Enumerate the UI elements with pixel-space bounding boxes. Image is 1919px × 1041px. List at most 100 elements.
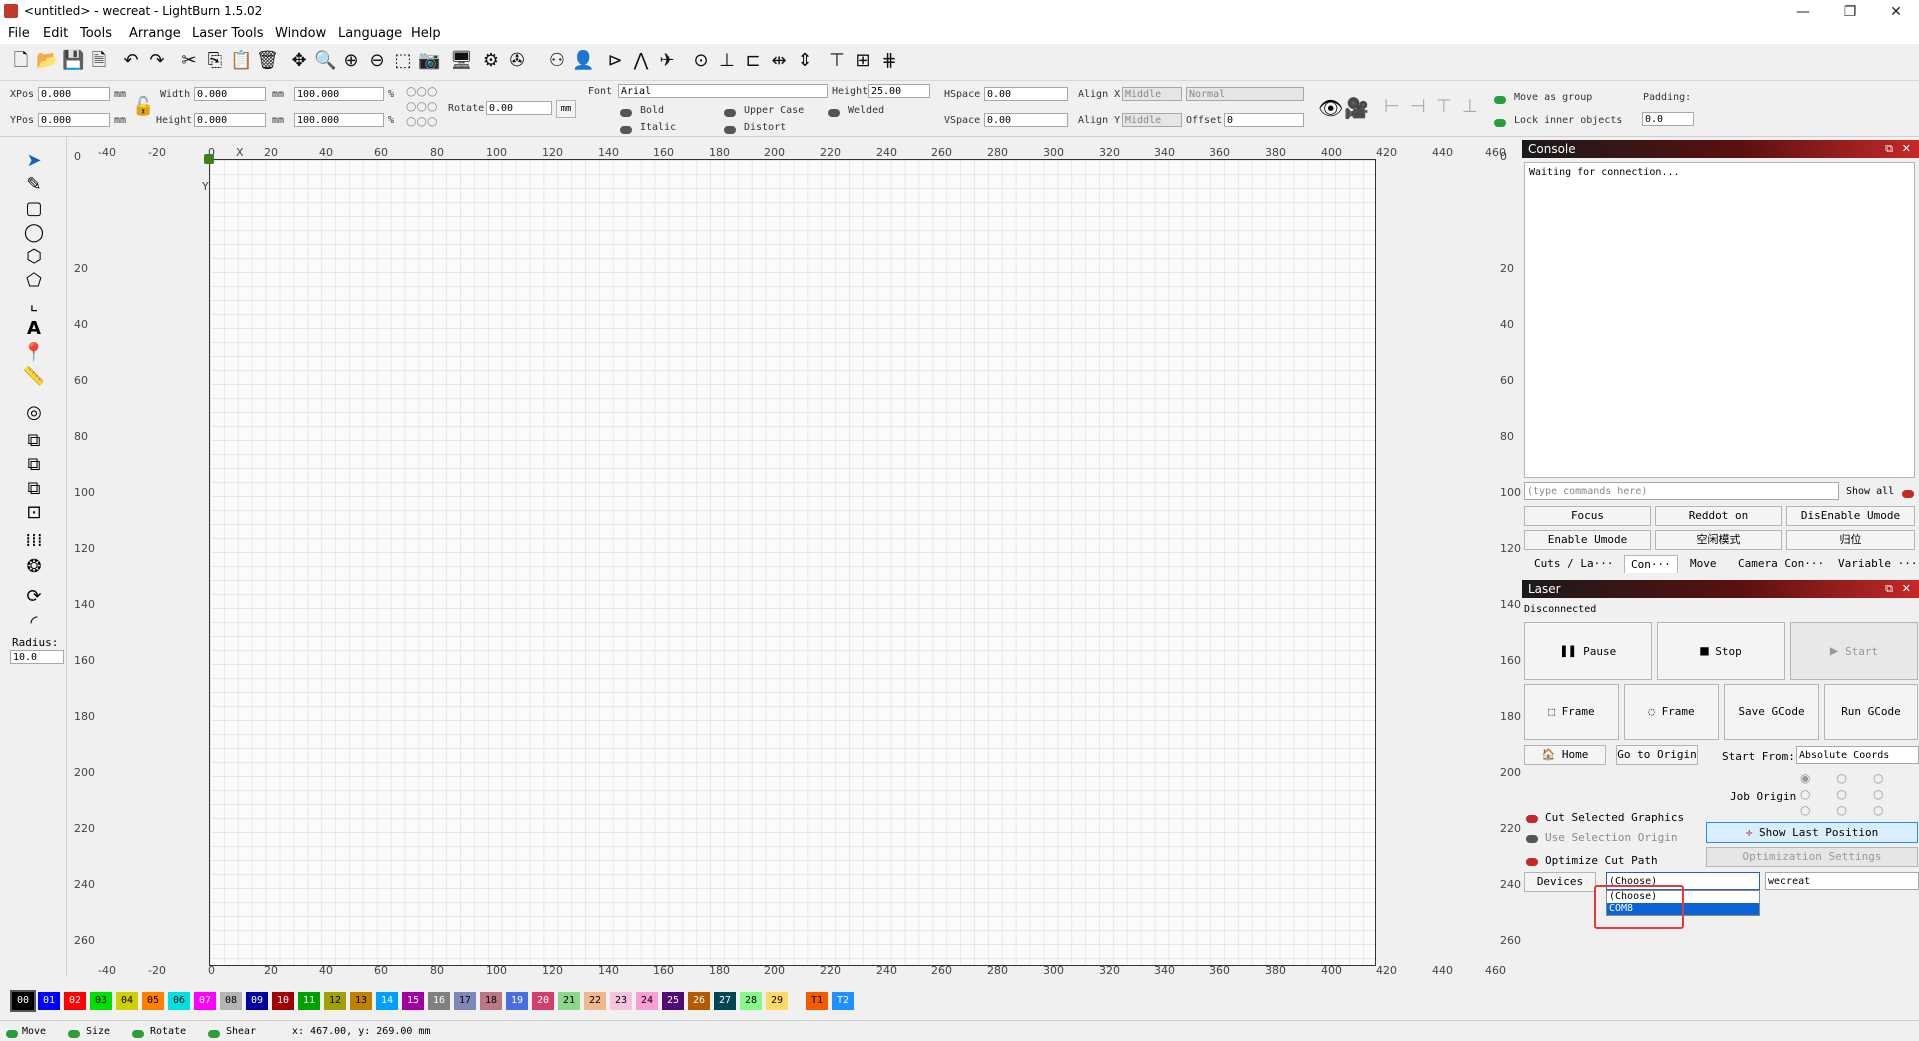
monitor-icon[interactable]: 🖥	[450, 50, 473, 72]
layer-swatch-28[interactable]: 28	[740, 992, 762, 1010]
xpos-input[interactable]: 0.000	[38, 87, 110, 101]
layer-swatch-20[interactable]: 20	[532, 992, 554, 1010]
select-tool-icon[interactable]: ➤	[22, 150, 46, 172]
layer-swatch-00[interactable]: 00	[10, 990, 36, 1012]
maximize-button[interactable]: ❐	[1827, 2, 1873, 22]
layer-swatch-04[interactable]: 04	[116, 992, 138, 1010]
macro-enable-umode-button[interactable]: Enable Umode	[1524, 530, 1651, 550]
layer-swatch-22[interactable]: 22	[584, 992, 606, 1010]
macro-home-button[interactable]: 归位	[1786, 530, 1915, 550]
origin-selector[interactable]: ○○○ ○○○ ○○○	[406, 84, 437, 129]
menu-laser-tools[interactable]: Laser Tools	[192, 26, 263, 41]
show-last-position-button[interactable]: ✛ Show Last Position	[1706, 822, 1918, 843]
work-area-canvas[interactable]	[209, 159, 1376, 966]
save-icon[interactable]: 💾	[62, 50, 84, 72]
layer-swatch-18[interactable]: 18	[480, 992, 502, 1010]
layer-swatch-26[interactable]: 26	[688, 992, 710, 1010]
group-icon[interactable]: ⚇	[546, 50, 568, 72]
measure-icon[interactable]: ⌞	[22, 294, 46, 316]
size-toggle[interactable]	[68, 1027, 80, 1041]
vspace-input[interactable]: 0.00	[984, 113, 1068, 127]
menu-edit[interactable]: Edit	[43, 26, 68, 41]
rotate-input[interactable]: 0.00	[486, 101, 552, 115]
tab-camera-control[interactable]: Camera Con···	[1738, 557, 1824, 570]
text-mode-select[interactable]: Normal	[1186, 87, 1304, 101]
layer-swatch-02[interactable]: 02	[64, 992, 86, 1010]
start-from-select[interactable]: Absolute Coords	[1796, 746, 1919, 764]
layer-swatch-19[interactable]: 19	[506, 992, 528, 1010]
zoom-in-icon[interactable]: ⊕	[340, 50, 362, 72]
mirror-vertical-icon[interactable]: ⋀	[630, 50, 652, 72]
distort-toggle[interactable]	[724, 123, 736, 137]
menu-tools[interactable]: Tools	[80, 26, 112, 41]
close-button[interactable]: ✕	[1873, 2, 1919, 22]
layer-swatch-11[interactable]: 11	[298, 992, 320, 1010]
align-top-edge-icon[interactable]: ⊤	[1436, 96, 1452, 117]
grid-array-icon[interactable]: ⁞⁞⁞	[22, 530, 46, 552]
layer-swatch-21[interactable]: 21	[558, 992, 580, 1010]
upper-case-toggle[interactable]	[724, 106, 736, 120]
center-target-icon[interactable]: ⊙	[690, 50, 712, 72]
radius-input[interactable]: 10.0	[10, 650, 64, 664]
align-left-edge-icon[interactable]: ⊢	[1384, 96, 1400, 117]
layer-swatch-07[interactable]: 07	[194, 992, 216, 1010]
optimization-settings-button[interactable]: Optimization Settings	[1706, 847, 1918, 867]
paste-icon[interactable]: 📋	[230, 50, 252, 72]
open-file-icon[interactable]: 📂	[36, 50, 58, 72]
height-input[interactable]: 0.000	[194, 113, 266, 127]
save-gcode-button[interactable]: Save GCode	[1724, 684, 1819, 740]
layer-swatch-t1[interactable]: T1	[806, 992, 828, 1010]
position-laser-icon[interactable]: 📍	[22, 342, 46, 364]
menu-file[interactable]: File	[8, 26, 30, 41]
move-as-group-toggle[interactable]	[1494, 93, 1506, 107]
ellipse-icon[interactable]: ◯	[22, 222, 46, 244]
go-to-origin-button[interactable]: Go to Origin	[1616, 745, 1698, 765]
align-bottom-edge-icon[interactable]: ⊥	[1462, 96, 1478, 117]
layer-swatch-01[interactable]: 01	[38, 992, 60, 1010]
font-height-input[interactable]: 25.00	[868, 84, 930, 98]
zoom-out-icon[interactable]: ⊖	[366, 50, 388, 72]
layer-swatch-15[interactable]: 15	[402, 992, 424, 1010]
width-percent-input[interactable]: 100.000	[294, 87, 384, 101]
tab-move[interactable]: Move	[1690, 557, 1717, 570]
height-percent-input[interactable]: 100.000	[294, 113, 384, 127]
layer-swatch-13[interactable]: 13	[350, 992, 372, 1010]
align-icon[interactable]: ⊥	[716, 50, 738, 72]
pause-button[interactable]: ❚❚ Pause	[1524, 622, 1652, 680]
boolean-intersect-icon[interactable]: ⊡	[22, 502, 46, 524]
use-selection-origin-toggle[interactable]	[1526, 832, 1538, 846]
copy-icon[interactable]: ⎘	[204, 50, 226, 72]
menu-window[interactable]: Window	[275, 26, 326, 41]
layer-swatch-29[interactable]: 29	[766, 992, 788, 1010]
layer-swatch-17[interactable]: 17	[454, 992, 476, 1010]
camera-icon[interactable]: 📷	[418, 50, 440, 72]
zoom-fit-icon[interactable]: 🔍	[314, 50, 336, 72]
distribute-v-icon[interactable]: ⇕	[794, 50, 816, 72]
layer-swatch-27[interactable]: 27	[714, 992, 736, 1010]
wrench-tools-icon[interactable]: ✇	[506, 50, 528, 72]
layer-swatch-14[interactable]: 14	[376, 992, 398, 1010]
menu-arrange[interactable]: Arrange	[129, 26, 181, 41]
tab-cuts-layers[interactable]: Cuts / La···	[1534, 557, 1613, 570]
menu-help[interactable]: Help	[411, 26, 441, 41]
welded-toggle[interactable]	[828, 106, 840, 120]
edit-nodes-icon[interactable]: ✎	[22, 174, 46, 196]
frame-round-button[interactable]: ◌ Frame	[1624, 684, 1719, 740]
padding-input[interactable]: 0.0	[1642, 112, 1694, 126]
offset-input[interactable]: 0	[1224, 113, 1304, 127]
ypos-input[interactable]: 0.000	[38, 113, 110, 127]
delete-icon[interactable]: 🗑	[256, 50, 279, 72]
layer-swatch-05[interactable]: 05	[142, 992, 164, 1010]
layer-swatch-03[interactable]: 03	[90, 992, 112, 1010]
console-close-icon[interactable]: ✕	[1902, 140, 1911, 158]
layer-swatch-10[interactable]: 10	[272, 992, 294, 1010]
macro-focus-button[interactable]: Focus	[1524, 506, 1651, 526]
macro-disenable-umode-button[interactable]: DisEnable Umode	[1786, 506, 1915, 526]
cut-icon[interactable]: ✂	[178, 50, 200, 72]
offset-shapes-icon[interactable]: ◎	[22, 402, 46, 424]
cut-selected-toggle[interactable]	[1526, 812, 1538, 826]
menu-language[interactable]: Language	[338, 26, 402, 41]
optimize-cut-path-toggle[interactable]	[1526, 855, 1538, 869]
shear-toggle[interactable]	[208, 1027, 220, 1041]
start-button[interactable]: ▶ Start	[1790, 622, 1918, 680]
